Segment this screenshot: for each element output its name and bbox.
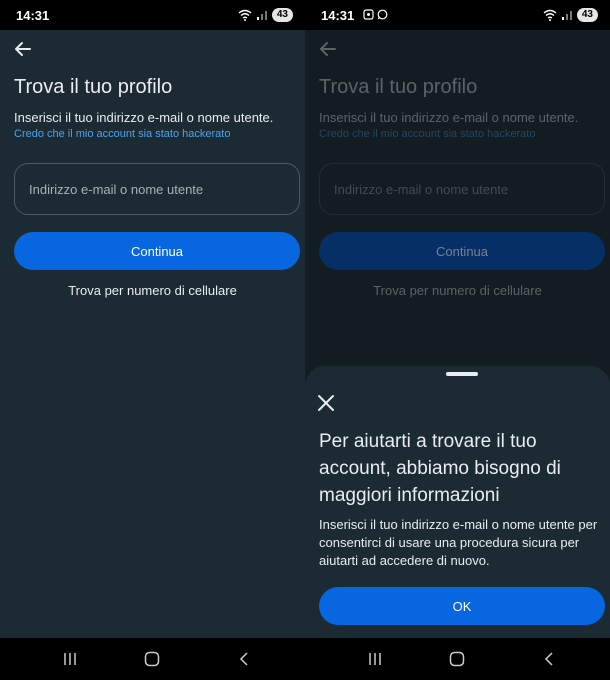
whatsapp-notification-icon (377, 9, 388, 20)
page-title: Trova il tuo profilo (14, 76, 173, 98)
status-icons: 43 (238, 8, 293, 22)
email-field-placeholder: Indirizzo e-mail o nome utente (29, 182, 204, 197)
signal-icon (561, 11, 572, 20)
find-by-phone-link[interactable]: Trova per numero di cellulare (0, 283, 305, 298)
close-icon[interactable] (316, 393, 336, 413)
nav-back-icon[interactable] (238, 651, 250, 667)
recents-icon[interactable] (367, 652, 383, 666)
right-phone-screen: 14:31 43 Trova il tuo profilo Inserisci … (305, 0, 610, 680)
status-time: 14:31 (16, 8, 50, 23)
find-profile-screen: Trova il tuo profilo Inserisci il tuo in… (0, 30, 305, 638)
navigation-bar (0, 638, 305, 680)
arrow-left-icon[interactable] (12, 38, 34, 60)
hacked-account-link[interactable]: Credo che il mio account sia stato hacke… (14, 128, 230, 140)
wifi-icon (543, 9, 557, 21)
wifi-icon (238, 9, 252, 21)
status-bar: 14:31 43 (305, 0, 610, 30)
battery-badge: 43 (576, 8, 598, 22)
status-time: 14:31 (321, 8, 355, 23)
status-bar: 14:31 43 (0, 0, 305, 30)
home-icon[interactable] (144, 651, 160, 667)
sheet-body: Inserisci il tuo indirizzo e-mail o nome… (319, 517, 598, 568)
find-profile-screen-with-sheet: Trova il tuo profilo Inserisci il tuo in… (305, 30, 610, 638)
recents-icon[interactable] (62, 652, 78, 666)
sheet-drag-handle[interactable] (446, 372, 478, 376)
navigation-bar (305, 638, 610, 680)
status-icons: 43 (543, 8, 598, 22)
nav-back-icon[interactable] (543, 651, 555, 667)
email-or-username-field[interactable]: Indirizzo e-mail o nome utente (14, 163, 300, 215)
sheet-title: Per aiutarti a trovare il tuo account, a… (319, 431, 561, 506)
home-icon[interactable] (449, 651, 465, 667)
battery-badge: 43 (271, 8, 293, 22)
notification-icons (363, 9, 388, 20)
left-phone-screen: 14:31 43 Trova il tuo profilo Inserisci … (0, 0, 305, 680)
screenshot-notification-icon (363, 9, 374, 20)
continue-button[interactable]: Continua (14, 232, 300, 270)
page-subtitle: Inserisci il tuo indirizzo e-mail o nome… (14, 110, 274, 125)
ok-button[interactable]: OK (319, 587, 605, 625)
signal-icon (256, 11, 267, 20)
info-bottom-sheet: Per aiutarti a trovare il tuo account, a… (305, 366, 610, 638)
